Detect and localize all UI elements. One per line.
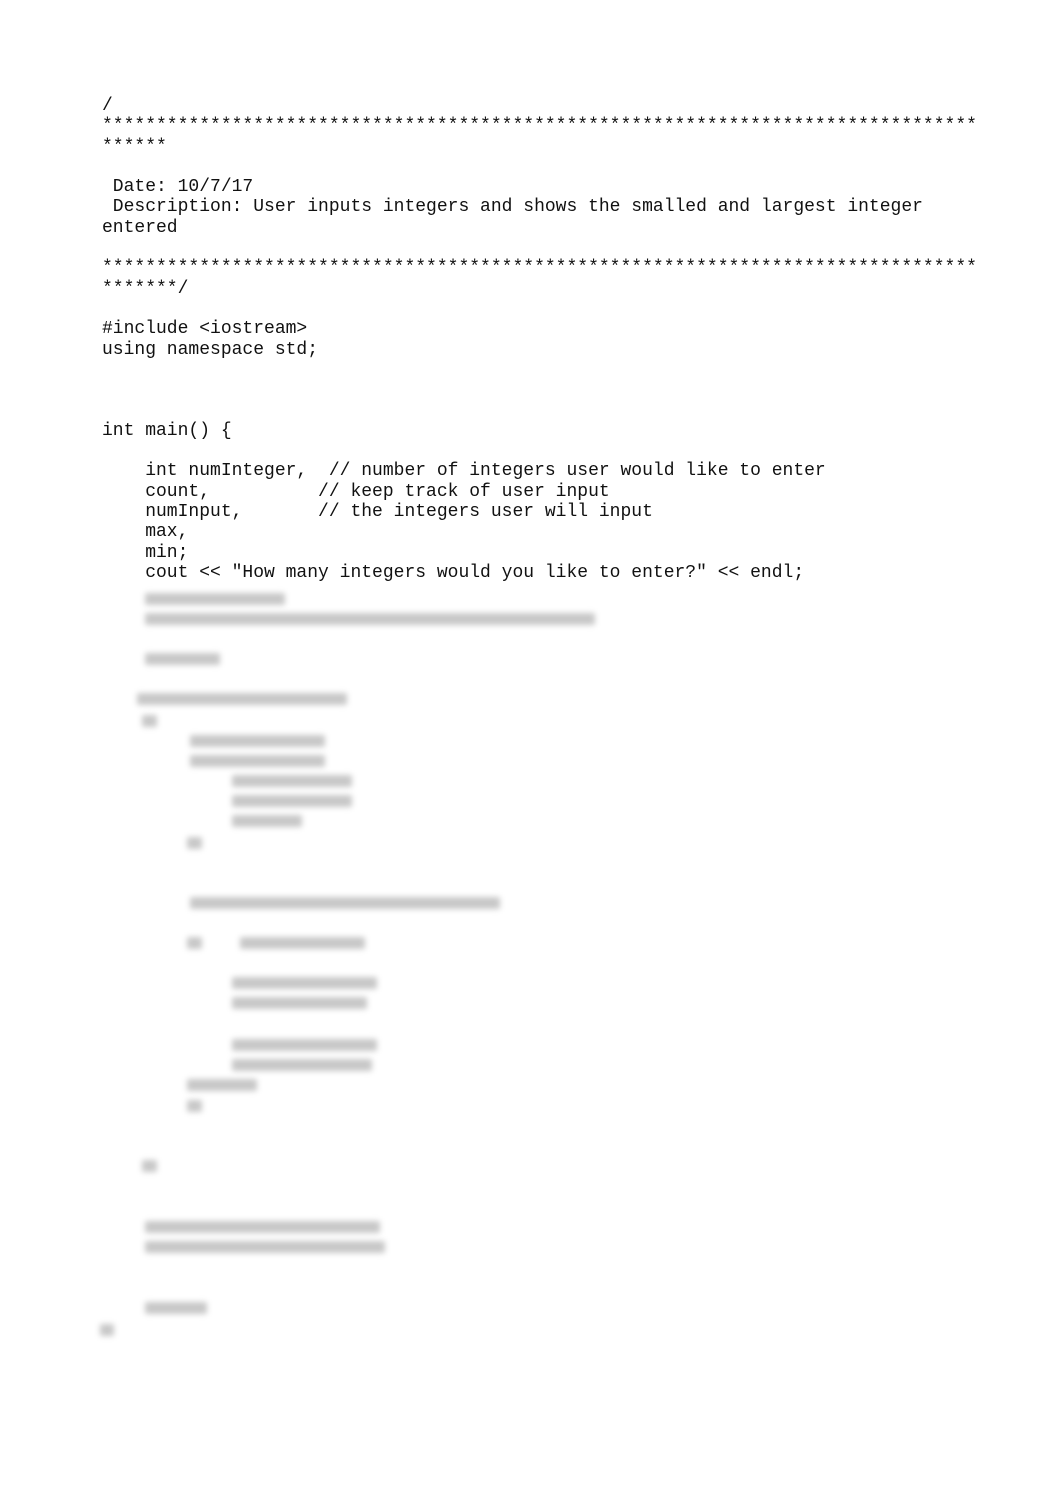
blurred-line xyxy=(232,815,302,827)
blurred-line xyxy=(145,593,285,605)
blurred-line xyxy=(142,715,157,727)
code-line: ****** xyxy=(102,136,167,157)
blurred-line xyxy=(187,1079,257,1091)
code-line: max, xyxy=(102,522,189,543)
code-line: count, // keep track of user input xyxy=(102,481,610,502)
blurred-line xyxy=(187,937,202,949)
code-line: Description: User inputs integers and sh… xyxy=(102,197,923,218)
code-line: int main() { xyxy=(102,420,232,441)
blurred-line xyxy=(232,775,352,787)
blurred-line xyxy=(145,1241,385,1253)
blurred-line xyxy=(190,755,325,767)
code-line: ****************************************… xyxy=(102,258,977,279)
blurred-line xyxy=(232,997,367,1009)
code-line: *******/ xyxy=(102,278,189,299)
code-line: Date: 10/7/17 xyxy=(102,177,254,198)
code-line: int numInteger, // number of integers us… xyxy=(102,461,826,482)
code-line: numInput, // the integers user will inpu… xyxy=(102,501,653,522)
blurred-line xyxy=(137,693,347,705)
blurred-line xyxy=(232,1059,372,1071)
blurred-line xyxy=(190,897,500,909)
code-listing: / ***************************************… xyxy=(102,96,977,583)
blurred-line xyxy=(145,1221,380,1233)
blurred-line xyxy=(232,795,352,807)
blurred-line xyxy=(232,1039,377,1051)
blurred-line xyxy=(145,1302,207,1314)
code-line: cout << "How many integers would you lik… xyxy=(102,562,805,583)
blurred-line xyxy=(145,653,220,665)
code-line: using namespace std; xyxy=(102,339,319,360)
code-line: min; xyxy=(102,542,189,563)
code-line: entered xyxy=(102,217,178,238)
blurred-line xyxy=(187,837,202,849)
blurred-line xyxy=(240,937,365,949)
code-line: ****************************************… xyxy=(102,116,977,137)
code-line: / xyxy=(102,96,113,116)
code-line: #include <iostream> xyxy=(102,319,308,340)
blurred-line xyxy=(142,1160,157,1172)
blurred-line xyxy=(190,735,325,747)
blurred-line xyxy=(187,1100,202,1112)
blurred-line xyxy=(145,613,595,625)
blurred-line xyxy=(232,977,377,989)
blurred-line xyxy=(100,1324,114,1336)
